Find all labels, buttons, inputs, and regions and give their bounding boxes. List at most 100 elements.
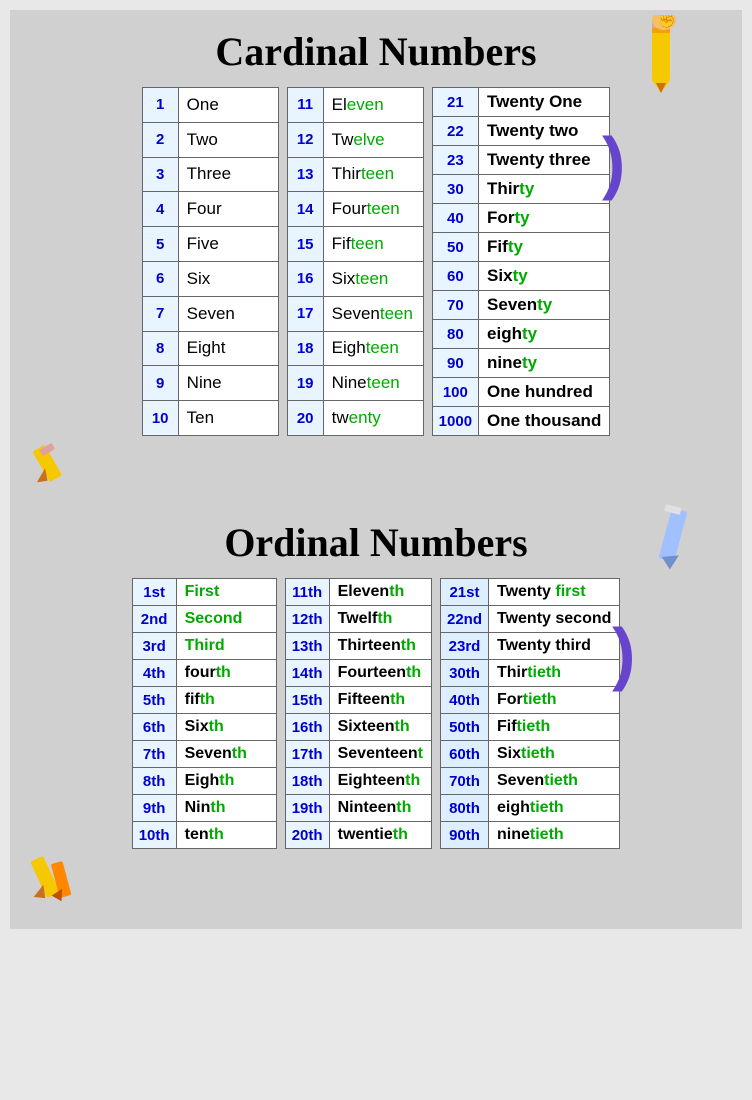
- table-row: 40Forty: [432, 204, 610, 233]
- word-cell: Ninth: [176, 795, 276, 822]
- table-row: 6Six: [142, 261, 278, 296]
- table-row: 10Ten: [142, 401, 278, 436]
- table-row: 7thSeventh: [132, 741, 276, 768]
- table-row: 40thFortieth: [440, 687, 619, 714]
- word-cell: Fourteen: [323, 192, 423, 227]
- word-cell: Eleventh: [329, 579, 431, 606]
- table-row: 80theightieth: [440, 795, 619, 822]
- number-cell: 70: [432, 291, 478, 320]
- table-row: 2Two: [142, 122, 278, 157]
- word-cell: eightieth: [489, 795, 620, 822]
- word-cell: Four: [178, 192, 278, 227]
- number-cell: 3: [142, 157, 178, 192]
- table-row: 15Fifteen: [287, 227, 423, 262]
- word-cell: Third: [176, 633, 276, 660]
- word-cell: fourth: [176, 660, 276, 687]
- table-row: 4Four: [142, 192, 278, 227]
- table-row: 90thninetieth: [440, 822, 619, 849]
- word-cell: Sixty: [479, 262, 610, 291]
- cardinal-section: ✊ Cardinal Numbers 1One2Two3Three4Four5F…: [30, 20, 722, 491]
- table-row: 100One hundred: [432, 378, 610, 407]
- number-cell: 6th: [132, 714, 176, 741]
- table-row: 20twenty: [287, 401, 423, 436]
- table-row: 19Nineteen: [287, 366, 423, 401]
- word-cell: Fifty: [479, 233, 610, 262]
- number-cell: 80th: [440, 795, 488, 822]
- word-cell: Twenty two: [479, 117, 610, 146]
- number-cell: 19: [287, 366, 323, 401]
- number-cell: 21st: [440, 579, 488, 606]
- word-cell: Seventy: [479, 291, 610, 320]
- table-row: 10thtenth: [132, 822, 276, 849]
- word-cell: Ninteenth: [329, 795, 431, 822]
- number-cell: 17th: [285, 741, 329, 768]
- word-cell: Five: [178, 227, 278, 262]
- table-row: 18thEighteenth: [285, 768, 431, 795]
- number-cell: 30th: [440, 660, 488, 687]
- table-row: 60thSixtieth: [440, 741, 619, 768]
- word-cell: Eighth: [176, 768, 276, 795]
- table-row: 18Eighteen: [287, 331, 423, 366]
- table-row: 22Twenty two: [432, 117, 610, 146]
- table-row: 2ndSecond: [132, 606, 276, 633]
- table-row: 19thNinteenth: [285, 795, 431, 822]
- number-cell: 6: [142, 261, 178, 296]
- table-row: 12Twelve: [287, 122, 423, 157]
- cardinal-table-3: 21Twenty One22Twenty two23Twenty three30…: [432, 87, 611, 436]
- table-row: 3Three: [142, 157, 278, 192]
- word-cell: Twelve: [323, 122, 423, 157]
- word-cell: Seventh: [176, 741, 276, 768]
- word-cell: Thirteenth: [329, 633, 431, 660]
- word-cell: Seven: [178, 296, 278, 331]
- table-row: 5Five: [142, 227, 278, 262]
- number-cell: 2nd: [132, 606, 176, 633]
- table-row: 14thFourteenth: [285, 660, 431, 687]
- table-row: 8thEighth: [132, 768, 276, 795]
- table-row: 70thSeventieth: [440, 768, 619, 795]
- table-row: 23rdTwenty third: [440, 633, 619, 660]
- word-cell: Twenty One: [479, 88, 610, 117]
- word-cell: Sixteenth: [329, 714, 431, 741]
- number-cell: 7th: [132, 741, 176, 768]
- cardinal-table-2: 11Eleven12Twelve13Thirteen14Fourteen15Fi…: [287, 87, 424, 436]
- word-cell: Seventieth: [489, 768, 620, 795]
- number-cell: 23rd: [440, 633, 488, 660]
- number-cell: 60th: [440, 741, 488, 768]
- word-cell: fifth: [176, 687, 276, 714]
- number-cell: 4: [142, 192, 178, 227]
- word-cell: Nineteen: [323, 366, 423, 401]
- table-row: 60Sixty: [432, 262, 610, 291]
- number-cell: 1000: [432, 407, 478, 436]
- cardinal-title: Cardinal Numbers: [30, 20, 722, 87]
- number-cell: 13th: [285, 633, 329, 660]
- ordinal-title: Ordinal Numbers: [30, 511, 722, 578]
- word-cell: Nine: [178, 366, 278, 401]
- number-cell: 5th: [132, 687, 176, 714]
- word-cell: Sixth: [176, 714, 276, 741]
- table-row: 11thEleventh: [285, 579, 431, 606]
- number-cell: 19th: [285, 795, 329, 822]
- table-row: 90ninety: [432, 349, 610, 378]
- number-cell: 1st: [132, 579, 176, 606]
- table-row: 4thfourth: [132, 660, 276, 687]
- word-cell: Twelfth: [329, 606, 431, 633]
- table-row: 17Seventeen: [287, 296, 423, 331]
- word-cell: ninety: [479, 349, 610, 378]
- table-row: 16Sixteen: [287, 261, 423, 296]
- table-row: 6thSixth: [132, 714, 276, 741]
- number-cell: 16th: [285, 714, 329, 741]
- number-cell: 2: [142, 122, 178, 157]
- number-cell: 8: [142, 331, 178, 366]
- number-cell: 14th: [285, 660, 329, 687]
- number-cell: 22nd: [440, 606, 488, 633]
- table-row: 14Fourteen: [287, 192, 423, 227]
- number-cell: 90: [432, 349, 478, 378]
- word-cell: Twenty first: [489, 579, 620, 606]
- table-row: 11Eleven: [287, 88, 423, 123]
- table-row: 13Thirteen: [287, 157, 423, 192]
- table-row: 30thThirtieth: [440, 660, 619, 687]
- cardinal-table-1: 1One2Two3Three4Four5Five6Six7Seven8Eight…: [142, 87, 279, 436]
- word-cell: Fortieth: [489, 687, 620, 714]
- word-cell: Second: [176, 606, 276, 633]
- number-cell: 30: [432, 175, 478, 204]
